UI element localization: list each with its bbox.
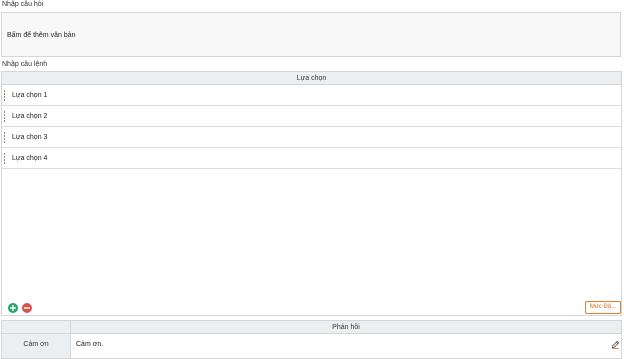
drag-handle-icon[interactable] bbox=[3, 111, 6, 122]
response-value[interactable]: Cảm ơn. bbox=[76, 334, 103, 356]
response-header: Phản hồi bbox=[71, 321, 621, 334]
drag-handle-icon[interactable] bbox=[3, 132, 6, 143]
remove-choice-button[interactable] bbox=[22, 303, 32, 313]
choices-panel: Lựa chọn Lựa chọn 1 Lựa chọn 2 Lựa chọn … bbox=[1, 71, 622, 316]
choice-row[interactable]: Lựa chọn 1 bbox=[2, 85, 621, 106]
pencil-icon[interactable] bbox=[611, 340, 620, 349]
question-text-area[interactable]: Bấm để thêm văn bản bbox=[1, 12, 621, 57]
minus-icon bbox=[24, 307, 30, 309]
command-label: Nhập câu lệnh bbox=[2, 61, 48, 68]
add-choice-button[interactable] bbox=[8, 303, 18, 313]
drag-handle-icon[interactable] bbox=[3, 153, 6, 164]
choice-row[interactable]: Lựa chọn 3 bbox=[2, 127, 621, 148]
choice-row[interactable]: Lựa chọn 4 bbox=[2, 148, 621, 169]
level-button[interactable]: Mức Độ... bbox=[585, 301, 621, 314]
question-placeholder: Bấm để thêm văn bản bbox=[7, 32, 76, 39]
response-table: Phản hồi Cảm ơn Cảm ơn. bbox=[1, 320, 622, 359]
choices-header: Lựa chọn bbox=[2, 72, 621, 85]
choice-label[interactable]: Lựa chọn 4 bbox=[12, 155, 47, 162]
response-corner-cell bbox=[2, 321, 71, 334]
drag-handle-icon[interactable] bbox=[3, 90, 6, 101]
choice-label[interactable]: Lựa chọn 1 bbox=[12, 92, 47, 99]
response-key-cell: Cảm ơn bbox=[2, 334, 71, 358]
choice-row[interactable]: Lựa chọn 2 bbox=[2, 106, 621, 127]
question-label: Nhập câu hỏi bbox=[2, 1, 44, 8]
plus-icon bbox=[10, 305, 16, 311]
choice-label[interactable]: Lựa chọn 2 bbox=[12, 113, 47, 120]
choice-label[interactable]: Lựa chọn 3 bbox=[12, 134, 47, 141]
